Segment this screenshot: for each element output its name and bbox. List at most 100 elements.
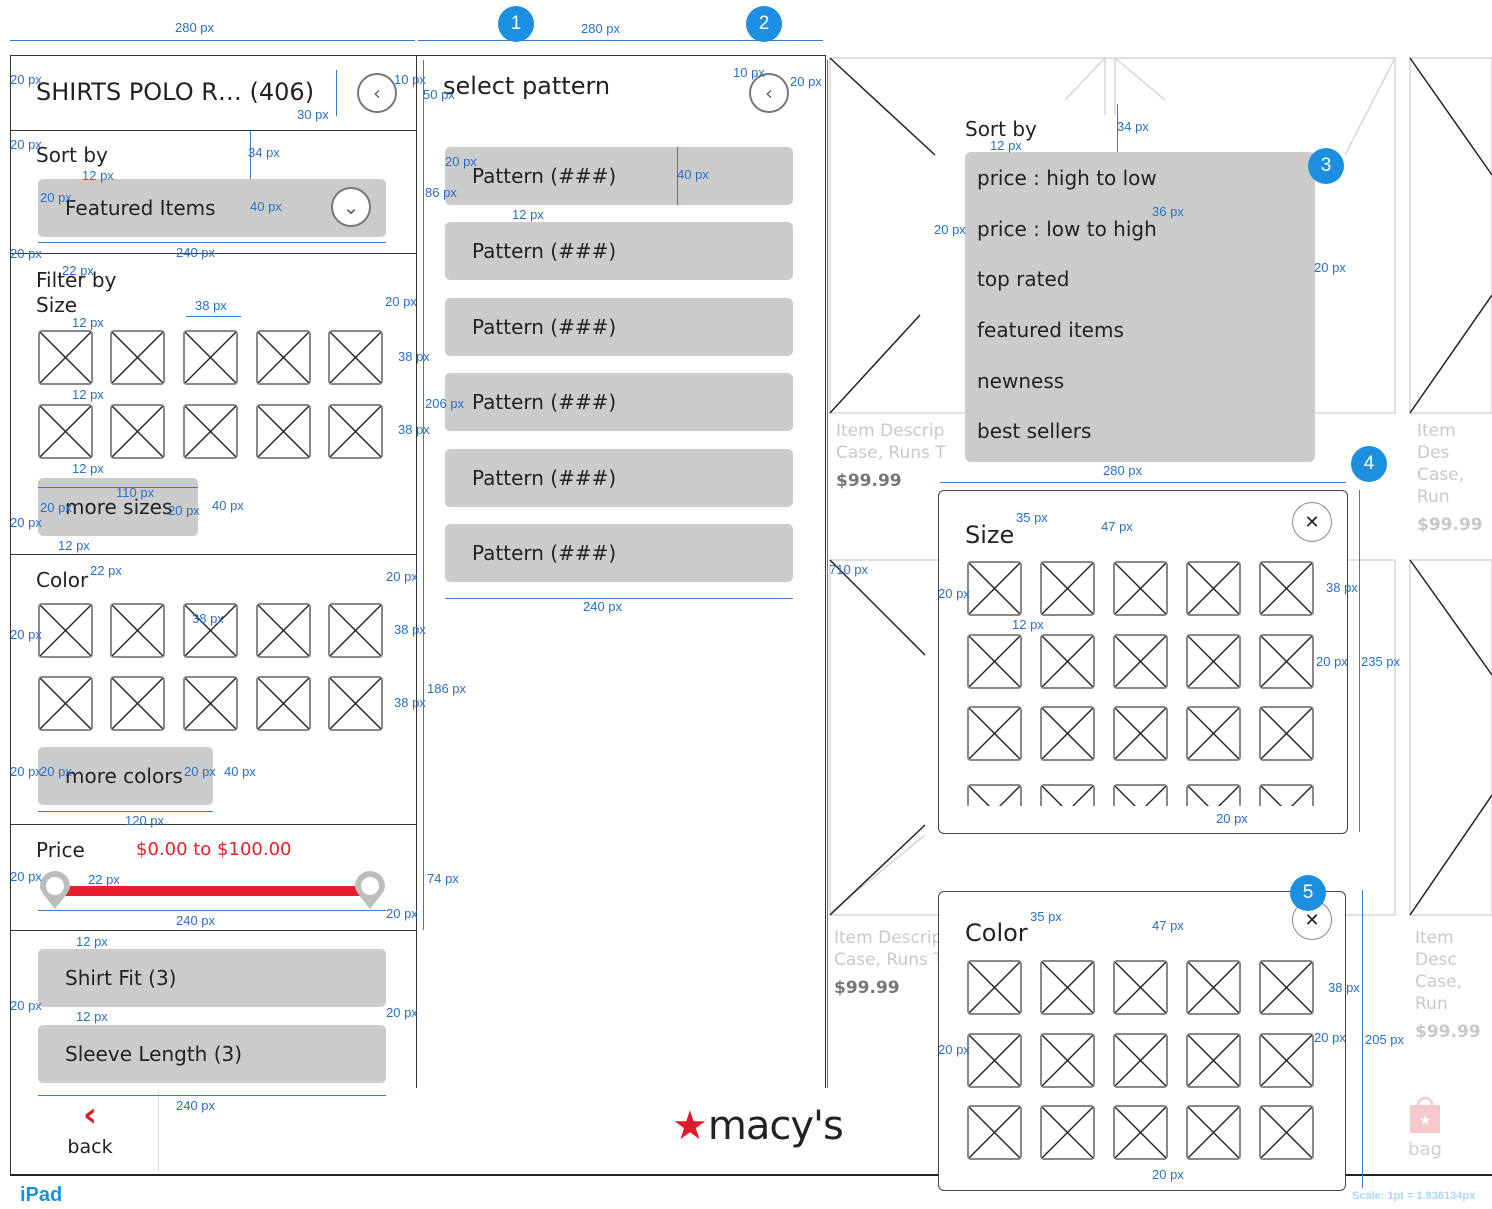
size-swatch[interactable] xyxy=(1113,784,1168,806)
color-swatch[interactable] xyxy=(38,676,93,731)
color-swatch[interactable] xyxy=(1259,1105,1314,1160)
size-swatch[interactable] xyxy=(183,330,238,385)
color-swatch[interactable] xyxy=(1259,960,1314,1015)
color-swatch[interactable] xyxy=(1113,1105,1168,1160)
color-swatch[interactable] xyxy=(967,1033,1022,1088)
price-range-value: $0.00 to $100.00 xyxy=(136,839,292,860)
dimension-label: 34 px xyxy=(248,145,280,160)
color-swatch[interactable] xyxy=(38,603,93,658)
device-label: iPad xyxy=(20,1184,63,1206)
back-tab-button[interactable]: ‹ back xyxy=(60,1098,120,1168)
size-swatch[interactable] xyxy=(1186,561,1241,616)
shirt-fit-button[interactable]: Shirt Fit (3) xyxy=(38,949,386,1007)
sort-option[interactable]: price : high to low xyxy=(977,166,1157,190)
size-swatch[interactable] xyxy=(967,634,1022,689)
color-swatch[interactable] xyxy=(256,676,311,731)
dimension-label: 20 px xyxy=(1314,1030,1346,1045)
dimension-label: 235 px xyxy=(1361,654,1401,669)
color-swatch[interactable] xyxy=(1186,1105,1241,1160)
dimension-label: 12 px xyxy=(1012,617,1044,632)
color-swatch[interactable] xyxy=(967,960,1022,1015)
product-card-1[interactable]: Item Descrip Case, Runs T $99.99 xyxy=(836,420,946,492)
size-swatch[interactable] xyxy=(1259,634,1314,689)
size-swatch[interactable] xyxy=(110,330,165,385)
more-colors-label: more colors xyxy=(65,764,183,788)
size-swatch[interactable] xyxy=(110,404,165,459)
sort-option[interactable]: top rated xyxy=(977,267,1069,291)
color-swatch[interactable] xyxy=(1113,1033,1168,1088)
size-swatch[interactable] xyxy=(1259,706,1314,761)
dimension-label: 38 px xyxy=(1326,580,1358,595)
color-swatch[interactable] xyxy=(328,603,383,658)
color-swatch[interactable] xyxy=(1113,960,1168,1015)
dimension-label: 20 px xyxy=(790,74,822,89)
dimension-label: 280 px xyxy=(581,21,621,36)
sort-option[interactable]: newness xyxy=(977,369,1064,393)
size-swatch[interactable] xyxy=(967,706,1022,761)
sort-option[interactable]: price : low to high xyxy=(977,217,1157,241)
dimension-label: 20 px xyxy=(40,190,72,205)
size-swatch[interactable] xyxy=(38,404,93,459)
macys-logo[interactable]: ★ macy's xyxy=(672,1103,844,1149)
color-swatch[interactable] xyxy=(110,676,165,731)
close-button[interactable]: ✕ xyxy=(1292,502,1332,542)
size-swatch[interactable] xyxy=(38,330,93,385)
size-swatch[interactable] xyxy=(1259,561,1314,616)
color-swatch[interactable] xyxy=(328,676,383,731)
color-swatch[interactable] xyxy=(1040,1105,1095,1160)
color-swatch[interactable] xyxy=(967,1105,1022,1160)
color-swatch[interactable] xyxy=(110,603,165,658)
sort-option[interactable]: featured items xyxy=(977,318,1124,342)
sort-option[interactable]: best sellers xyxy=(977,419,1091,443)
size-swatch[interactable] xyxy=(967,561,1022,616)
size-swatch[interactable] xyxy=(1040,784,1095,806)
size-swatch[interactable] xyxy=(328,330,383,385)
size-swatch[interactable] xyxy=(1186,784,1241,806)
size-swatch[interactable] xyxy=(1259,784,1314,806)
pattern-item[interactable]: Pattern (###) xyxy=(445,373,793,431)
color-swatch[interactable] xyxy=(256,603,311,658)
color-swatch[interactable] xyxy=(1040,1033,1095,1088)
star-icon: ★ xyxy=(672,1103,708,1149)
size-swatch[interactable] xyxy=(183,404,238,459)
size-swatch[interactable] xyxy=(1113,634,1168,689)
size-swatch[interactable] xyxy=(328,404,383,459)
size-swatch[interactable] xyxy=(1040,634,1095,689)
size-swatch[interactable] xyxy=(256,330,311,385)
dimension-label: 20 px xyxy=(184,764,216,779)
dimension-label: 20 px xyxy=(1314,260,1346,275)
dimension-label: 86 px xyxy=(425,185,457,200)
size-swatch[interactable] xyxy=(1040,561,1095,616)
price-slider-track[interactable] xyxy=(55,886,370,896)
color-swatch[interactable] xyxy=(1040,960,1095,1015)
size-swatch[interactable] xyxy=(1186,706,1241,761)
size-swatch[interactable] xyxy=(1113,706,1168,761)
product-card-4[interactable]: Item Desc Case, Run $99.99 xyxy=(1415,927,1492,1043)
sleeve-length-button[interactable]: Sleeve Length (3) xyxy=(38,1025,386,1083)
dimension-label: 20 px xyxy=(386,1005,418,1020)
color-swatch[interactable] xyxy=(1186,1033,1241,1088)
dimension-label: 20 px xyxy=(938,586,970,601)
pattern-item[interactable]: Pattern (###) xyxy=(445,147,793,205)
size-swatch[interactable] xyxy=(967,784,1022,806)
pattern-item[interactable]: Pattern (###) xyxy=(445,524,793,582)
color-swatch[interactable] xyxy=(183,676,238,731)
dimension-label: 186 px xyxy=(427,681,467,696)
color-swatch[interactable] xyxy=(1186,960,1241,1015)
product-card-2[interactable]: Item Descrip Case, Runs T $99.99 xyxy=(834,927,944,999)
dropdown-toggle[interactable]: ⌄ xyxy=(331,187,371,227)
pattern-item[interactable]: Pattern (###) xyxy=(445,222,793,280)
color-swatch[interactable] xyxy=(1259,1033,1314,1088)
price-slider-max-handle[interactable] xyxy=(353,871,387,911)
pattern-item[interactable]: Pattern (###) xyxy=(445,449,793,507)
price-slider-min-handle[interactable] xyxy=(38,871,72,911)
dimension-label: 20 px xyxy=(168,503,200,518)
product-card-3[interactable]: Item Des Case, Run $99.99 xyxy=(1417,420,1492,536)
pattern-item[interactable]: Pattern (###) xyxy=(445,298,793,356)
size-swatch[interactable] xyxy=(256,404,311,459)
back-circle-button[interactable]: ‹ xyxy=(357,73,397,113)
bag-tab-button[interactable]: ★ bag xyxy=(1400,1095,1450,1165)
size-swatch[interactable] xyxy=(1186,634,1241,689)
size-swatch[interactable] xyxy=(1040,706,1095,761)
size-swatch[interactable] xyxy=(1113,561,1168,616)
